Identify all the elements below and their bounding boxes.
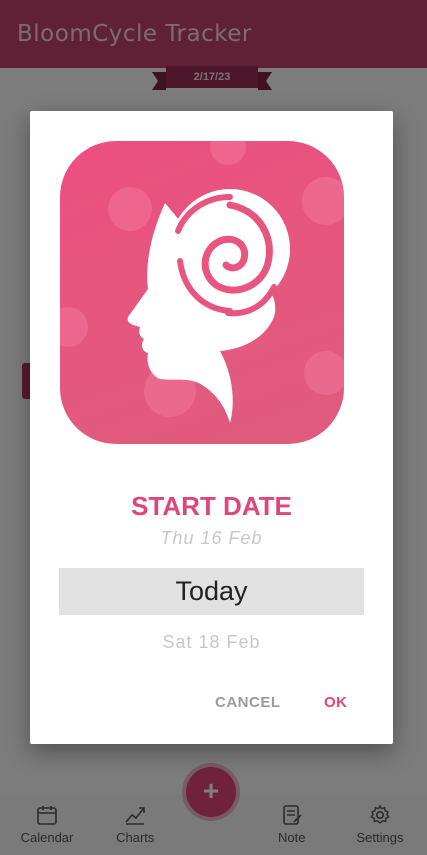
ok-button[interactable]: OK xyxy=(324,694,348,711)
picker-next-option[interactable]: Sat 18 Feb xyxy=(30,632,393,653)
picker-selected-option[interactable]: Today xyxy=(59,568,364,615)
dialog-title: START DATE xyxy=(131,491,292,521)
cancel-button[interactable]: CANCEL xyxy=(215,694,281,711)
picker-previous-option[interactable]: Thu 16 Feb xyxy=(30,528,393,549)
start-date-dialog: START DATE Thu 16 Feb Today Sat 18 Feb C… xyxy=(30,111,393,744)
woman-rose-logo xyxy=(60,141,344,444)
